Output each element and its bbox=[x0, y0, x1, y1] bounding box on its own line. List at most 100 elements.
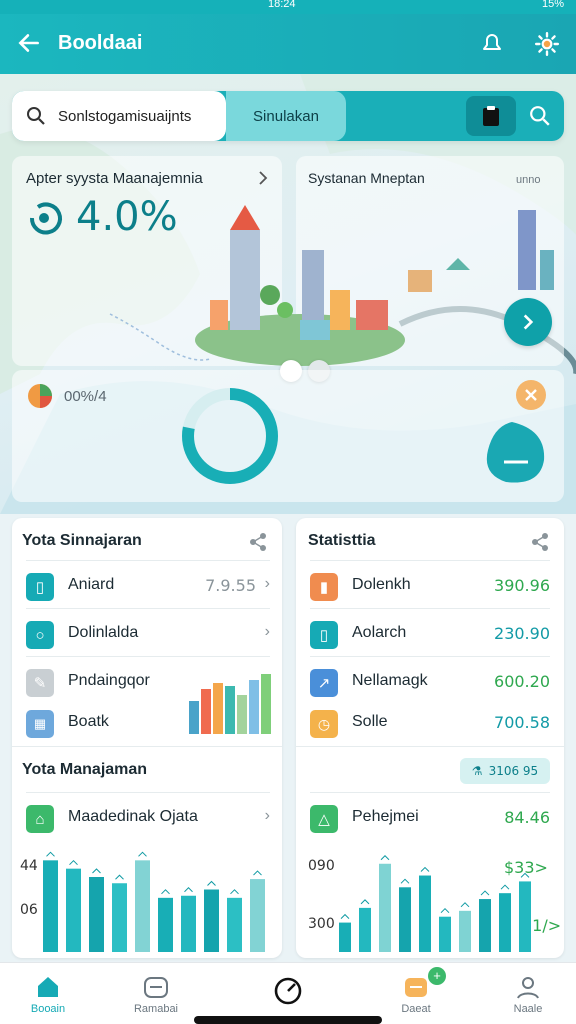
chart-bar bbox=[250, 879, 265, 952]
list-item-value: 84.46 bbox=[504, 808, 550, 827]
bar-cap-marker bbox=[480, 890, 490, 896]
flask-icon: ⚗ bbox=[471, 764, 483, 778]
app-title: Booldaai bbox=[58, 32, 143, 54]
back-arrow-icon[interactable] bbox=[16, 30, 42, 56]
bar-cap-marker bbox=[207, 880, 216, 886]
donut-chart bbox=[182, 388, 278, 484]
list-item-label: Solle bbox=[352, 713, 388, 730]
chart-bar bbox=[158, 897, 173, 952]
share-icon[interactable] bbox=[248, 532, 268, 552]
chart-bar bbox=[112, 883, 127, 952]
list-item[interactable]: ▮ Dolenkh 390.96 bbox=[310, 560, 550, 608]
chart-bar bbox=[399, 887, 411, 952]
list-item[interactable]: ⌂ Maadedinak Ojata › bbox=[26, 792, 270, 840]
nav-item-user[interactable]: Naale bbox=[488, 963, 568, 1024]
bar-chart-left bbox=[43, 851, 265, 952]
nav-item-wallet[interactable]: + Daeat bbox=[376, 963, 456, 1024]
status-time: 18:24 bbox=[268, 0, 296, 10]
nav-label: Booain bbox=[30, 1003, 66, 1015]
mini-bar bbox=[225, 686, 235, 734]
chevron-right-icon: › bbox=[264, 807, 270, 824]
chart-bar bbox=[339, 922, 351, 952]
bar-cap-marker bbox=[360, 899, 370, 905]
gear-icon[interactable] bbox=[534, 31, 560, 57]
list-item-value: 600.20 bbox=[494, 672, 550, 691]
city-illustration bbox=[195, 205, 405, 366]
calendar-icon: ▦ bbox=[26, 710, 54, 738]
status-battery: 15% bbox=[541, 0, 564, 10]
bar-cap-marker bbox=[340, 913, 350, 919]
nav-label: Daeat bbox=[401, 1003, 431, 1015]
list-item-value: 7.9.55 bbox=[205, 576, 256, 595]
next-button[interactable] bbox=[504, 298, 552, 346]
y-tick-label: 090 bbox=[308, 858, 335, 874]
share-icon[interactable] bbox=[530, 532, 550, 552]
chart-bar bbox=[89, 877, 104, 952]
list-item[interactable]: △ Pehejmei 84.46 bbox=[310, 792, 550, 840]
mini-bar bbox=[237, 695, 247, 734]
clipboard-button[interactable] bbox=[466, 96, 516, 136]
search-input[interactable]: Sonlstogamisuaijnts bbox=[12, 91, 226, 141]
y-tick-label: 44 bbox=[20, 858, 38, 874]
mini-bar bbox=[189, 701, 199, 734]
chevron-right-icon[interactable] bbox=[256, 170, 270, 186]
list-item[interactable]: ○ Dolinlalda › bbox=[26, 608, 270, 656]
bar-cap-marker bbox=[69, 859, 78, 866]
chevron-right-icon: › bbox=[264, 623, 270, 640]
list-item[interactable]: ↗ Nellamagk 600.20 bbox=[310, 656, 550, 704]
notification-icon[interactable] bbox=[480, 31, 504, 55]
chevron-right-icon bbox=[523, 314, 534, 330]
y-tick-label: 300 bbox=[308, 916, 335, 932]
chart-bar bbox=[359, 907, 371, 952]
graph-icon: ↗ bbox=[310, 669, 338, 697]
refresh-icon bbox=[29, 202, 62, 235]
y-tick-label: 06 bbox=[20, 902, 38, 918]
chart-bar bbox=[459, 910, 471, 952]
pie-icon bbox=[28, 384, 52, 408]
bar-cap-marker bbox=[500, 884, 510, 890]
list-item[interactable]: ▯ Aniard 7.9.55 › bbox=[26, 560, 270, 608]
clock-icon: ◷ bbox=[310, 710, 338, 738]
bar-cap-marker bbox=[400, 878, 410, 884]
divider bbox=[12, 746, 282, 747]
mini-bar bbox=[261, 674, 271, 734]
list-item-label: Boatk bbox=[68, 713, 109, 730]
list-item-label: Dolinlalda bbox=[68, 624, 139, 641]
bar-cap-marker bbox=[230, 889, 239, 895]
close-icon[interactable] bbox=[516, 380, 546, 410]
chart-bar bbox=[379, 863, 391, 952]
search-tab[interactable]: Sinulakan bbox=[226, 91, 346, 141]
list-item-label: Aolarch bbox=[352, 624, 407, 641]
list-item-label: Pehejmei bbox=[352, 808, 419, 825]
search-placeholder: Sonlstogamisuaijnts bbox=[58, 107, 192, 125]
bar-cap-marker bbox=[420, 866, 430, 872]
gauge-icon bbox=[274, 977, 302, 1005]
mini-bar bbox=[201, 689, 211, 734]
hero-right-title: Systanan Mneptan bbox=[308, 170, 425, 186]
mini-bar bbox=[249, 680, 259, 734]
nav-badge: + bbox=[428, 967, 446, 985]
list-item-value: 230.90 bbox=[494, 624, 550, 643]
blob-shape bbox=[486, 422, 545, 483]
warning-icon: △ bbox=[310, 805, 338, 833]
status-bar: 18:24 15% bbox=[0, 0, 576, 14]
list-item[interactable]: ◷ Solle 700.58 bbox=[310, 704, 550, 744]
mini-bar bbox=[213, 683, 223, 734]
chart-bar bbox=[519, 881, 531, 952]
nav-item-home[interactable]: Booain bbox=[8, 963, 88, 1024]
search-button[interactable] bbox=[520, 96, 560, 136]
section-title: Yota Manajaman bbox=[22, 761, 148, 778]
chart-icon: ▮ bbox=[310, 573, 338, 601]
nav-item-folder[interactable]: Ramabai bbox=[116, 963, 196, 1024]
hero-percent: 4.0% bbox=[76, 194, 178, 240]
folder-icon bbox=[144, 977, 168, 998]
chart-bar bbox=[227, 897, 242, 952]
pencil-icon: ✎ bbox=[26, 669, 54, 697]
list-item-label: Dolenkh bbox=[352, 576, 411, 593]
bar-cap-marker bbox=[460, 902, 470, 908]
list-item[interactable]: ▯ Aolarch 230.90 bbox=[310, 608, 550, 656]
nav-item-gauge[interactable] bbox=[248, 963, 328, 1024]
bar-cap-marker bbox=[253, 870, 262, 876]
bar-cap-marker bbox=[115, 874, 124, 880]
stat-pill[interactable]: ⚗ 3106 95 bbox=[460, 758, 550, 784]
